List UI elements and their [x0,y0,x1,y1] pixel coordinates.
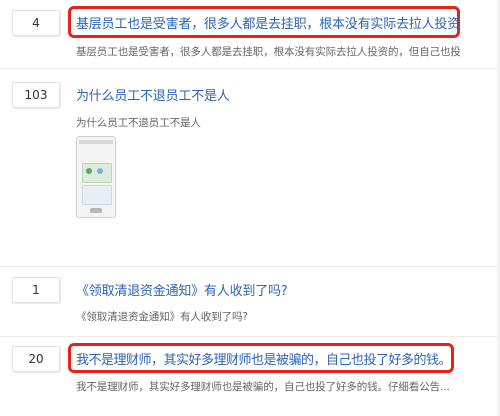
post-excerpt: 为什么员工不退员工不是人 [76,117,201,129]
post-title-link[interactable]: 为什么员工不退员工不是人 [76,85,230,104]
post-excerpt: 基层员工也是受害者，很多人都是去挂职，根本没有实际去拉人投资的，但自己也投 [76,46,461,58]
divider [0,266,500,267]
post-title-link[interactable]: 《领取清退资金通知》有人收到了吗? [76,280,288,299]
reply-count-badge: 1 [12,277,60,303]
reply-count-badge: 4 [12,10,60,36]
post-title-link[interactable]: 我不是理财师，其实好多理财师也是被骗的，自己也投了好多的钱。 [76,349,452,368]
post-excerpt: 《领取清退资金通知》有人收到了吗? [76,311,248,323]
phone-screenshot-thumbnail[interactable] [76,136,116,218]
post-excerpt: 我不是理财师，其实好多理财师也是被骗的，自己也投了好多的钱。仔细看公告... [76,381,450,393]
reply-count-badge: 20 [12,346,60,372]
reply-count-badge: 103 [12,82,60,108]
post-title-link[interactable]: 基层员工也是受害者，很多人都是去挂职，根本没有实际去拉人投资 [76,13,460,32]
divider [0,336,500,337]
divider [0,68,500,69]
